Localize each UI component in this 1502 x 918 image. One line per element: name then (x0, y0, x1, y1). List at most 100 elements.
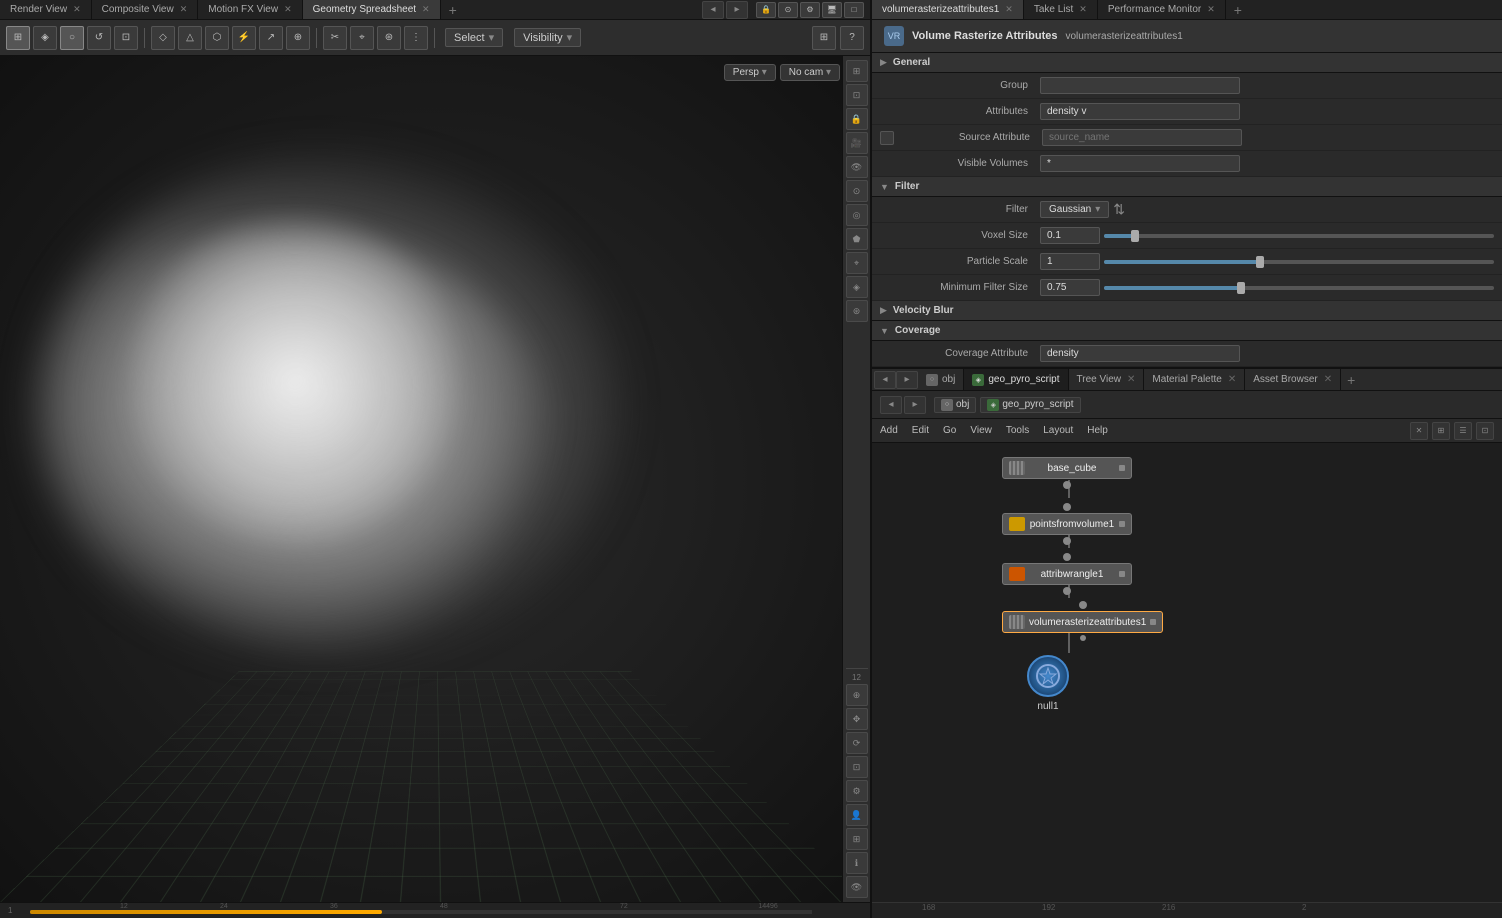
node-box-attribwrangle[interactable]: attribwrangle1 (1002, 563, 1132, 585)
tab-render-view[interactable]: Render View ✕ (0, 0, 92, 19)
side-icon-3[interactable]: 🔒 (846, 108, 868, 130)
voxel-size-handle[interactable] (1131, 230, 1139, 242)
node-out-base-cube[interactable] (1063, 481, 1071, 489)
node-back-btn[interactable]: ◂ (874, 371, 896, 389)
close-icon[interactable]: ✕ (180, 4, 188, 15)
side-icon-zoom[interactable]: ⊕ (846, 684, 868, 706)
side-icon-orbit[interactable]: ⟳ (846, 732, 868, 754)
side-icon-people[interactable]: 👤 (846, 804, 868, 826)
tool-btn-15[interactable]: ⋮ (404, 26, 428, 50)
group-input[interactable] (1040, 77, 1240, 94)
side-icon-grid[interactable]: ⊞ (846, 828, 868, 850)
close-layout-btn[interactable]: ✕ (1410, 422, 1428, 440)
add-node-tab-btn[interactable]: + (1341, 372, 1361, 388)
camera-btn[interactable]: No cam (780, 64, 840, 81)
filter-section-header[interactable]: ▼ Filter (872, 177, 1502, 197)
icon-btn-1[interactable]: 🔒 (756, 2, 776, 18)
tab-volumerasterize[interactable]: volumerasterizeattributes1 ✕ (872, 0, 1024, 19)
tab-tree-view[interactable]: Tree View ✕ (1069, 369, 1145, 390)
coverage-section-header[interactable]: ▼ Coverage (872, 321, 1502, 341)
tool-btn-12[interactable]: ✂ (323, 26, 347, 50)
help-btn[interactable]: ? (840, 26, 864, 50)
tab-performance-monitor[interactable]: Performance Monitor ✕ (1098, 0, 1226, 19)
side-icon-9[interactable]: ⌖ (846, 252, 868, 274)
select-dropdown[interactable]: Select (445, 28, 503, 47)
side-icon-11[interactable]: ⊛ (846, 300, 868, 322)
visible-volumes-input[interactable] (1040, 155, 1240, 172)
tool-btn-1[interactable]: ⊞ (6, 26, 30, 50)
icon-btn-2[interactable]: ⊙ (778, 2, 798, 18)
icon-btn-5[interactable]: □ (844, 2, 864, 18)
close-icon[interactable]: ✕ (284, 4, 292, 15)
null-node-icon[interactable] (1027, 655, 1069, 697)
node-null1[interactable]: null1 (1027, 655, 1069, 712)
node-in-volumerasterize[interactable] (1079, 601, 1087, 609)
min-filter-slider[interactable] (1104, 286, 1494, 290)
general-section-header[interactable]: ▶ General (872, 53, 1502, 73)
node-box-pointsfromvolume[interactable]: pointsfromvolume1 (1002, 513, 1132, 535)
node-box-volumerasterize[interactable]: volumerasterizeattributes1 (1002, 611, 1163, 633)
particle-scale-input[interactable] (1040, 253, 1100, 270)
tool-btn-13[interactable]: ⌖ (350, 26, 374, 50)
tool-btn-5[interactable]: ⊡ (114, 26, 138, 50)
menu-help[interactable]: Help (1087, 425, 1108, 436)
tree-view-close[interactable]: ✕ (1127, 374, 1135, 385)
icon-btn-4[interactable]: 🖥 (822, 2, 842, 18)
node-volumerasterize[interactable]: volumerasterizeattributes1 (1002, 601, 1163, 641)
source-attr-checkbox[interactable] (880, 131, 894, 145)
node-attribwrangle[interactable]: attribwrangle1 (1002, 553, 1132, 595)
menu-add[interactable]: Add (880, 425, 898, 436)
node-graph-canvas[interactable]: base_cube pointsfromvolume1 (872, 443, 1502, 902)
side-icon-5[interactable]: 👁 (846, 156, 868, 178)
filter-arrows-icon[interactable]: ⇅ (1113, 201, 1125, 218)
coverage-attr-input[interactable] (1040, 345, 1240, 362)
node-forward-btn[interactable]: ▸ (896, 371, 918, 389)
tab-geo-pyro[interactable]: ◈ geo_pyro_script (964, 369, 1068, 390)
node-out-volumerasterize[interactable] (1080, 635, 1086, 641)
tool-btn-8[interactable]: ⬡ (205, 26, 229, 50)
tool-btn-14[interactable]: ⊛ (377, 26, 401, 50)
back-button[interactable]: ◂ (702, 1, 724, 19)
side-icon-2[interactable]: ⊡ (846, 84, 868, 106)
node-base-cube[interactable]: base_cube (1002, 457, 1132, 489)
side-icon-1[interactable]: ⊞ (846, 60, 868, 82)
viewport[interactable]: Persp No cam ⊞ ⊡ 🔒 🎥 👁 ⊙ ◎ ⬟ ⌖ ◈ ⊛ (0, 56, 870, 902)
tab-take-list[interactable]: Take List ✕ (1024, 0, 1098, 19)
close-icon[interactable]: ✕ (1207, 4, 1215, 15)
tool-btn-7[interactable]: △ (178, 26, 202, 50)
grid-layout-btn[interactable]: ⊞ (1432, 422, 1450, 440)
add-tab-button[interactable]: + (441, 0, 465, 19)
tool-btn-3[interactable]: ○ (60, 26, 84, 50)
tab-asset-browser[interactable]: Asset Browser ✕ (1245, 369, 1341, 390)
add-right-tab-button[interactable]: + (1226, 0, 1250, 19)
attributes-input[interactable] (1040, 103, 1240, 120)
tool-btn-4[interactable]: ↺ (87, 26, 111, 50)
icon-btn-3[interactable]: ⚙ (800, 2, 820, 18)
voxel-size-input[interactable] (1040, 227, 1100, 244)
side-icon-7[interactable]: ◎ (846, 204, 868, 226)
node-in-attribwrangle[interactable] (1063, 553, 1071, 561)
min-filter-input[interactable] (1040, 279, 1100, 296)
particle-scale-handle[interactable] (1256, 256, 1264, 268)
side-icon-frame[interactable]: ⊡ (846, 756, 868, 778)
menu-edit[interactable]: Edit (912, 425, 929, 436)
tool-btn-2[interactable]: ◈ (33, 26, 57, 50)
tab-geometry-spreadsheet[interactable]: Geometry Spreadsheet ✕ (303, 0, 441, 19)
side-icon-pan[interactable]: ✥ (846, 708, 868, 730)
node-out-attribwrangle[interactable] (1063, 587, 1071, 595)
tool-btn-9[interactable]: ⚡ (232, 26, 256, 50)
menu-tools[interactable]: Tools (1006, 425, 1029, 436)
breadcrumb-geo[interactable]: ◈ geo_pyro_script (980, 397, 1080, 413)
side-icon-eye-2[interactable]: 👁 (846, 876, 868, 898)
side-icon-10[interactable]: ◈ (846, 276, 868, 298)
material-palette-close[interactable]: ✕ (1228, 374, 1236, 385)
tab-obj[interactable]: ○ obj (918, 369, 964, 390)
min-filter-handle[interactable] (1237, 282, 1245, 294)
tool-btn-10[interactable]: ↗ (259, 26, 283, 50)
side-icon-4[interactable]: 🎥 (846, 132, 868, 154)
perspective-btn[interactable]: Persp (724, 64, 776, 81)
node-pointsfromvolume[interactable]: pointsfromvolume1 (1002, 503, 1132, 545)
node-box-base-cube[interactable]: base_cube (1002, 457, 1132, 479)
tab-motion-fx[interactable]: Motion FX View ✕ (198, 0, 302, 19)
side-icon-info[interactable]: ℹ (846, 852, 868, 874)
